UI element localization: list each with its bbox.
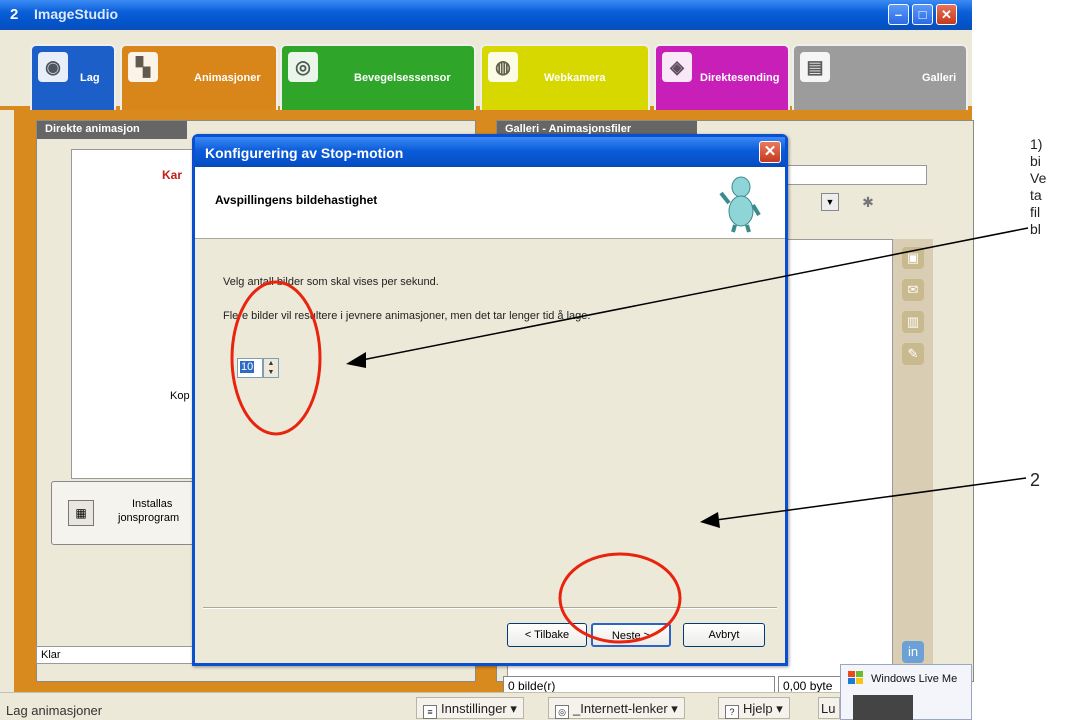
tab-animasjoner[interactable]: ▚ Animasjoner — [120, 44, 278, 110]
share-icon[interactable]: in — [902, 641, 924, 663]
annotation-text: 1) bi Ve ta fil bl — [1030, 136, 1079, 238]
tab-webkamera-label: Webkamera — [544, 72, 606, 84]
dialog-titlebar: Konfigurering av Stop-motion ✕ — [195, 137, 785, 167]
fps-hint: Flere bilder vil resultere i jevnere ani… — [223, 310, 591, 322]
close-menu[interactable]: Lu — [818, 697, 840, 719]
back-button[interactable]: < Tilbake — [507, 623, 587, 647]
settings-menu-label: Innstillinger ▾ — [441, 701, 517, 716]
gallery-sidebar: ▣ ✉ ▥ ✎ in ◉ Y! — [893, 239, 933, 720]
tab-bevegelsessensor[interactable]: ◎ Bevegelsessensor — [280, 44, 476, 110]
install-icon: ▦ — [68, 500, 94, 526]
tab-direktesending[interactable]: ◈ Direktesending — [654, 44, 790, 110]
next-button[interactable]: Neste > — [591, 623, 671, 647]
maximize-button[interactable]: □ — [912, 4, 933, 25]
new-item-icon[interactable]: ✱ — [857, 191, 879, 213]
internet-links-menu[interactable]: ◎ _Internett-lenker ▾ — [548, 697, 685, 719]
dialog-close-button[interactable]: ✕ — [759, 141, 781, 163]
mascot-icon — [719, 176, 761, 233]
tab-lag[interactable]: ◉ Lag — [30, 44, 116, 110]
globe-link-icon: ◎ — [555, 705, 569, 719]
stop-motion-dialog: Konfigurering av Stop-motion ✕ Avspillin… — [192, 134, 788, 666]
live-popup-text: Windows Live Me — [871, 673, 958, 685]
bottom-bar: Lag animasjoner ≡ Innstillinger ▾ ◎ _Inter… — [0, 692, 972, 720]
stepper-down-icon[interactable]: ▼ — [264, 368, 278, 377]
cancel-button[interactable]: Avbryt — [683, 623, 765, 647]
tab-webkamera[interactable]: ◍ Webkamera — [480, 44, 650, 110]
webcam-icon: ◍ — [488, 52, 518, 82]
install-label-2: jonsprogram — [118, 512, 180, 524]
folder-dropdown-arrow[interactable]: ▼ — [821, 193, 839, 211]
help-menu-label: Hjelp ▾ — [743, 701, 783, 716]
minimize-button[interactable]: – — [888, 4, 909, 25]
tab-lag-label: Lag — [80, 72, 100, 84]
stepper-up-icon[interactable]: ▲ — [264, 359, 278, 368]
annotation-line: bi — [1030, 153, 1041, 169]
tab-bevegelsessensor-label: Bevegelsessensor — [354, 72, 451, 84]
tab-galleri[interactable]: ▤ Galleri — [792, 44, 968, 110]
settings-menu[interactable]: ≡ Innstillinger ▾ — [416, 697, 524, 719]
annotation-line: bl — [1030, 221, 1041, 237]
print-icon[interactable]: ▣ — [902, 247, 924, 269]
gallery-icon: ▤ — [800, 52, 830, 82]
dialog-title: Konfigurering av Stop-motion — [205, 145, 404, 161]
camera-icon: ◉ — [38, 52, 68, 82]
annotation-line: Ve — [1030, 170, 1047, 186]
annotation-line: 1) — [1030, 136, 1043, 152]
tab-animasjoner-label: Animasjoner — [194, 72, 261, 84]
settings-icon: ≡ — [423, 705, 437, 719]
status-text: Lag animasjoner — [6, 703, 103, 718]
dialog-content: Velg antall bilder som skal vises per se… — [195, 240, 785, 600]
fps-value: 10 — [240, 361, 255, 373]
fps-stepper[interactable]: 10 ▲ ▼ — [237, 358, 287, 378]
app-title: ImageStudio — [34, 6, 119, 22]
tab-direktesending-label: Direktesending — [700, 72, 780, 84]
internet-links-label: _Internett-lenker ▾ — [573, 701, 678, 716]
dialog-separator — [203, 607, 777, 609]
fps-instruction: Velg antall bilder som skal vises per se… — [223, 276, 439, 288]
windows-logo-icon — [848, 671, 863, 684]
mail-icon[interactable]: ✉ — [902, 279, 924, 301]
annotation-number-2: 2 — [1030, 470, 1041, 490]
broadcast-icon: ◈ — [662, 52, 692, 82]
dialog-heading: Avspillingens bildehastighet — [215, 193, 378, 207]
install-label-1: Installas — [132, 498, 173, 510]
fps-stepper-buttons[interactable]: ▲ ▼ — [263, 358, 279, 378]
app-icon: 2 — [10, 6, 19, 23]
fps-input[interactable]: 10 — [237, 358, 263, 378]
app-titlebar: 2 ImageStudio – □ ✕ — [0, 0, 972, 30]
annotation-line: fil — [1030, 204, 1041, 220]
dialog-header: Avspillingens bildehastighet — [195, 167, 785, 239]
edit-icon[interactable]: ✎ — [902, 343, 924, 365]
left-preview-text: Kop — [170, 390, 190, 402]
close-menu-label: Lu — [821, 701, 836, 716]
contact-photo — [853, 695, 913, 720]
animation-icon: ▚ — [128, 52, 158, 82]
close-button[interactable]: ✕ — [936, 4, 957, 25]
tab-galleri-label: Galleri — [922, 72, 957, 84]
left-red-text: Kar — [162, 168, 183, 182]
trash-icon[interactable]: ▥ — [902, 311, 924, 333]
help-menu[interactable]: ? Hjelp ▾ — [718, 697, 790, 719]
live-messenger-popup[interactable]: Windows Live Me — [840, 664, 972, 720]
help-icon: ? — [725, 705, 739, 719]
tab-bar: ◉ Lag ▚ Animasjoner ◎ Bevegelsessensor ◍… — [0, 30, 972, 110]
left-panel-title: Direkte animasjon — [37, 121, 187, 139]
motion-sensor-icon: ◎ — [288, 52, 318, 82]
annotation-line: ta — [1030, 187, 1042, 203]
